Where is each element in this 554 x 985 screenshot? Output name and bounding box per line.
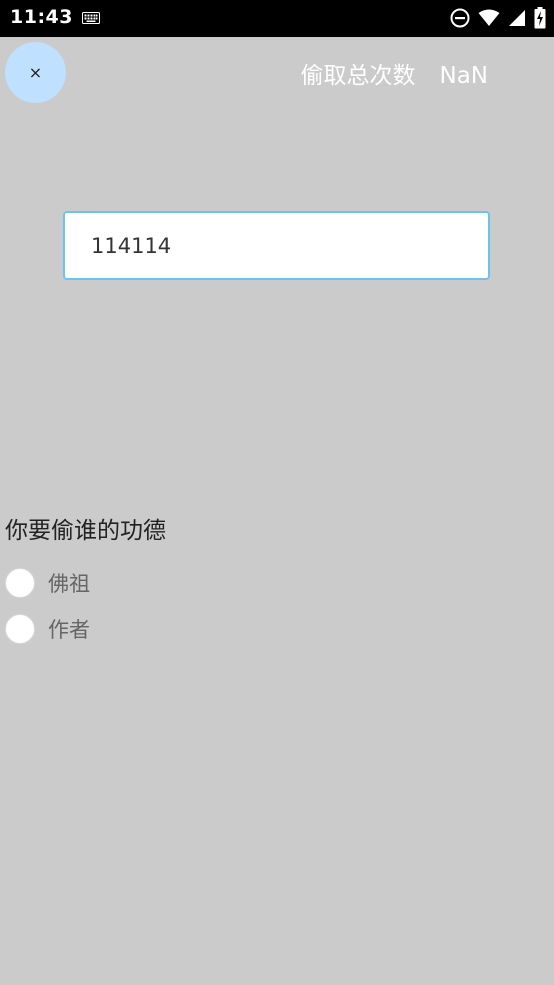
steal-count-label: 偷取总次数 — [300, 63, 416, 89]
signal-icon — [509, 10, 525, 26]
status-icons — [450, 6, 546, 30]
radio-label: 作者 — [48, 618, 90, 642]
radio-label: 佛祖 — [48, 572, 90, 596]
battery-charging-icon — [534, 7, 546, 29]
close-button[interactable]: × — [5, 42, 66, 103]
radio-option-buddha[interactable]: 佛祖 — [5, 567, 90, 599]
wifi-icon — [478, 9, 500, 26]
close-icon: × — [28, 63, 43, 82]
status-bar: 11:43 — [0, 0, 554, 37]
status-time: 11:43 — [10, 6, 73, 28]
question-title: 你要偷谁的功德 — [5, 518, 166, 544]
merit-input[interactable] — [65, 213, 488, 278]
steal-count: 偷取总次数 NaN — [300, 56, 488, 90]
steal-count-value: NaN — [439, 63, 488, 89]
radio-button[interactable] — [5, 568, 35, 598]
keyboard-icon — [82, 12, 100, 24]
do-not-disturb-icon — [450, 8, 470, 28]
radio-option-author[interactable]: 作者 — [5, 613, 90, 645]
radio-button[interactable] — [5, 614, 35, 644]
input-container — [63, 211, 490, 280]
